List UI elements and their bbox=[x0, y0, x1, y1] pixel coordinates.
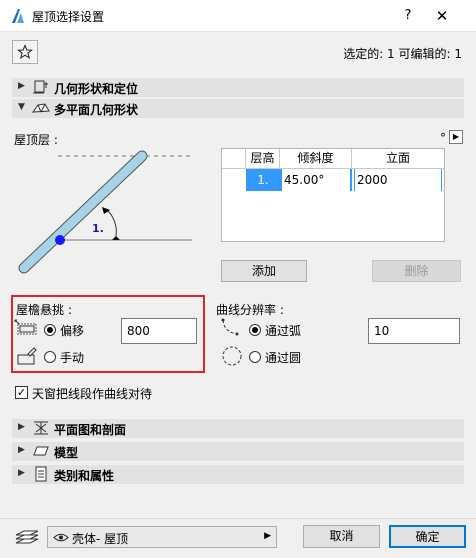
cell-level[interactable]: 1. bbox=[246, 169, 280, 191]
table-header-blank bbox=[222, 149, 246, 169]
section-label: 多平面几何形状 bbox=[54, 103, 139, 117]
curve-by-circle-label: 通过圆 bbox=[265, 351, 302, 365]
eaves-manual-label: 手动 bbox=[60, 351, 85, 365]
degree-unit: ° bbox=[440, 131, 446, 145]
roof-beam bbox=[19, 151, 147, 273]
eaves-manual-icon bbox=[17, 347, 37, 365]
eaves-offset-icon bbox=[14, 319, 37, 335]
angle-arrow-top bbox=[102, 207, 110, 214]
curve-by-arc-label: 通过弧 bbox=[265, 324, 302, 338]
unit-toggle-button[interactable]: ▶ bbox=[449, 130, 463, 144]
circle-segments-icon bbox=[222, 346, 242, 366]
selection-info: 选定的: 1 可编辑的: 1 bbox=[343, 47, 462, 61]
model-icon bbox=[33, 446, 49, 456]
angle-arc bbox=[105, 208, 117, 237]
header-level: 层高 bbox=[246, 149, 280, 169]
arc-segments-icon bbox=[221, 318, 239, 336]
layer-dropdown[interactable]: 壳体- 屋顶 ▶ bbox=[47, 526, 277, 548]
curve-by-circle-radio[interactable] bbox=[249, 351, 261, 363]
close-button[interactable]: ✕ bbox=[432, 6, 452, 26]
favorites-button[interactable] bbox=[12, 40, 38, 64]
angle-arrow-bottom bbox=[112, 236, 120, 240]
layers-icon bbox=[15, 530, 39, 544]
chevron-down-icon: ▼ bbox=[18, 102, 25, 112]
geometry-position-icon bbox=[33, 80, 48, 94]
eaves-offset-input[interactable]: 800 bbox=[121, 318, 197, 344]
chevron-right-icon: ▶ bbox=[18, 468, 25, 478]
section-label: 平面图和剖面 bbox=[54, 423, 127, 437]
category-properties-icon bbox=[35, 466, 47, 482]
archicad-app-icon bbox=[12, 9, 24, 23]
chevron-right-icon: ▶ bbox=[18, 81, 25, 91]
window-title: 屋顶选择设置 bbox=[32, 10, 105, 24]
pivot-dot bbox=[55, 235, 65, 245]
cancel-button[interactable]: 取消 bbox=[303, 525, 380, 548]
eaves-manual-radio[interactable] bbox=[44, 351, 56, 363]
cell-elevation[interactable]: 2000 bbox=[354, 169, 442, 191]
floor-plan-section-icon bbox=[34, 421, 48, 435]
header-elevation: 立面 bbox=[352, 149, 444, 169]
eaves-label: 屋檐悬挑 : bbox=[16, 303, 72, 317]
roof-pitch-diagram bbox=[18, 150, 192, 274]
section-geometry-position[interactable]: ▶ 几何形状和定位 bbox=[12, 78, 464, 97]
curve-resolution-label: 曲线分辨率 : bbox=[216, 303, 284, 317]
header-pitch: 倾斜度 bbox=[280, 149, 352, 169]
section-category-properties[interactable]: ▶ 类别和属性 bbox=[12, 465, 464, 484]
roof-levels-table[interactable]: 层高 倾斜度 立面 1. 45.00° 2000 bbox=[221, 148, 445, 242]
multiplane-roof-icon bbox=[32, 103, 50, 113]
skylight-curve-checkbox[interactable]: ✓ bbox=[15, 386, 28, 399]
add-level-button[interactable]: 添加 bbox=[221, 260, 307, 282]
cell-pitch[interactable]: 45.00° bbox=[280, 169, 352, 191]
skylight-curve-label: 天窗把线段作曲线对待 bbox=[32, 387, 153, 401]
footer-divider bbox=[0, 518, 476, 519]
curve-arc-segments-input[interactable]: 10 bbox=[368, 318, 460, 344]
star-icon bbox=[17, 44, 33, 60]
layer-value: 壳体- 屋顶 bbox=[72, 532, 129, 546]
eaves-offset-label: 偏移 bbox=[60, 324, 85, 338]
row-handle[interactable] bbox=[222, 169, 246, 191]
play-arrow-icon: ▶ bbox=[452, 132, 460, 141]
eaves-offset-radio[interactable] bbox=[44, 324, 56, 336]
delete-level-button[interactable]: 删除 bbox=[372, 260, 461, 282]
section-label: 模型 bbox=[54, 446, 79, 460]
dropdown-arrow-icon: ▶ bbox=[264, 531, 271, 541]
section-label: 几何形状和定位 bbox=[54, 82, 139, 96]
section-multiplane-geometry[interactable]: ▼ 多平面几何形状 bbox=[12, 99, 464, 118]
section-floor-plan-section[interactable]: ▶ 平面图和剖面 bbox=[12, 419, 464, 438]
chevron-right-icon: ▶ bbox=[18, 445, 25, 455]
section-label: 类别和属性 bbox=[54, 469, 115, 483]
chevron-right-icon: ▶ bbox=[18, 422, 25, 432]
eye-icon bbox=[53, 533, 69, 542]
curve-by-arc-radio[interactable] bbox=[249, 324, 261, 336]
help-button[interactable]: ? bbox=[398, 6, 418, 26]
diagram-level-label: 1. bbox=[92, 222, 104, 235]
section-model[interactable]: ▶ 模型 bbox=[12, 442, 464, 461]
ok-button[interactable]: 确定 bbox=[389, 525, 466, 548]
